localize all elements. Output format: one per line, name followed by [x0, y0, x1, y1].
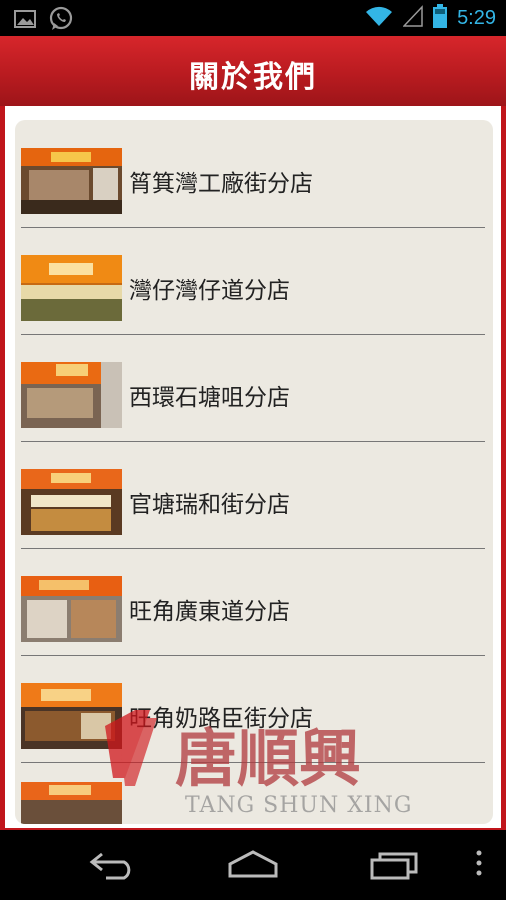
store-photo — [21, 148, 122, 214]
store-photo — [21, 255, 122, 321]
store-name: 官塘瑞和街分店 — [129, 492, 290, 518]
store-name: 筲箕灣工廠街分店 — [129, 171, 313, 197]
gallery-icon — [14, 9, 36, 33]
home-icon[interactable] — [226, 848, 280, 884]
page-title: 關於我們 — [189, 60, 317, 95]
store-item[interactable]: 旺角廣東道分店 — [21, 548, 485, 656]
overflow-menu-icon[interactable] — [474, 848, 484, 882]
battery-icon — [433, 4, 448, 32]
clock: 5:29 — [457, 6, 496, 29]
store-list[interactable]: 筲箕灣工廠街分店 灣仔灣仔道分店 西環石塘咀分店 官塘瑞和街分店 旺角廣東道分店… — [15, 120, 493, 824]
store-name: 旺角廣東道分店 — [129, 599, 290, 625]
store-item[interactable]: 官塘瑞和街分店 — [21, 441, 485, 549]
back-icon[interactable] — [86, 848, 138, 884]
content-panel: 筲箕灣工廠街分店 灣仔灣仔道分店 西環石塘咀分店 官塘瑞和街分店 旺角廣東道分店… — [5, 106, 501, 828]
recent-apps-icon[interactable] — [368, 848, 422, 884]
store-item[interactable]: 筲箕灣工廠街分店 — [21, 120, 485, 228]
status-bar: 5:29 — [0, 0, 506, 36]
store-item[interactable]: 西環石塘咀分店 — [21, 334, 485, 442]
store-name: 灣仔灣仔道分店 — [129, 278, 290, 304]
content-frame: 筲箕灣工廠街分店 灣仔灣仔道分店 西環石塘咀分店 官塘瑞和街分店 旺角廣東道分店… — [0, 106, 506, 830]
wifi-icon — [365, 5, 393, 31]
store-photo — [21, 469, 122, 535]
signal-icon — [402, 5, 423, 31]
store-photo — [21, 362, 122, 428]
app-header: 關於我們 — [0, 36, 506, 106]
brand-watermark: 唐順興 TANG SHUN XING — [105, 708, 493, 818]
brand-chinese: 唐順興 — [175, 722, 361, 795]
brand-english: TANG SHUN XING — [185, 793, 412, 818]
navigation-bar — [0, 830, 506, 900]
store-name: 西環石塘咀分店 — [129, 385, 290, 411]
store-item[interactable]: 灣仔灣仔道分店 — [21, 227, 485, 335]
store-photo — [21, 576, 122, 642]
whatsapp-icon — [48, 6, 74, 36]
